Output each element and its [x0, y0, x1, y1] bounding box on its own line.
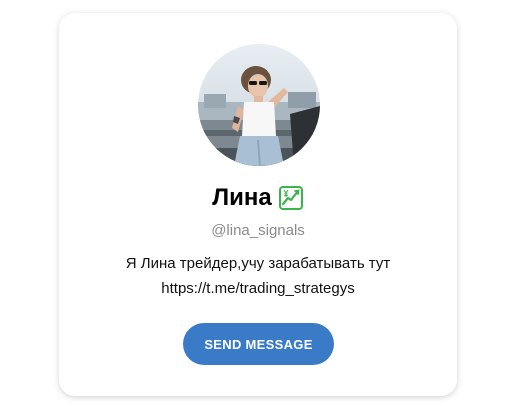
- profile-card: Лина @lina_signals Я Лина трейдер,учу за…: [59, 13, 457, 396]
- send-message-button[interactable]: SEND MESSAGE: [183, 323, 334, 365]
- avatar: [198, 44, 320, 166]
- profile-name: Лина: [212, 184, 272, 211]
- chart-increasing-yen-icon: [278, 185, 304, 211]
- bio-line: Я Лина трейдер,учу зарабатывать тут: [125, 255, 391, 272]
- profile-name-row: Лина: [59, 183, 457, 213]
- avatar-photo: [198, 44, 320, 166]
- profile-bio: Я Лина трейдер,учу зарабатывать тут http…: [59, 251, 457, 301]
- bio-link[interactable]: https://t.me/trading_strategys: [59, 276, 457, 301]
- profile-username: @lina_signals: [211, 222, 305, 239]
